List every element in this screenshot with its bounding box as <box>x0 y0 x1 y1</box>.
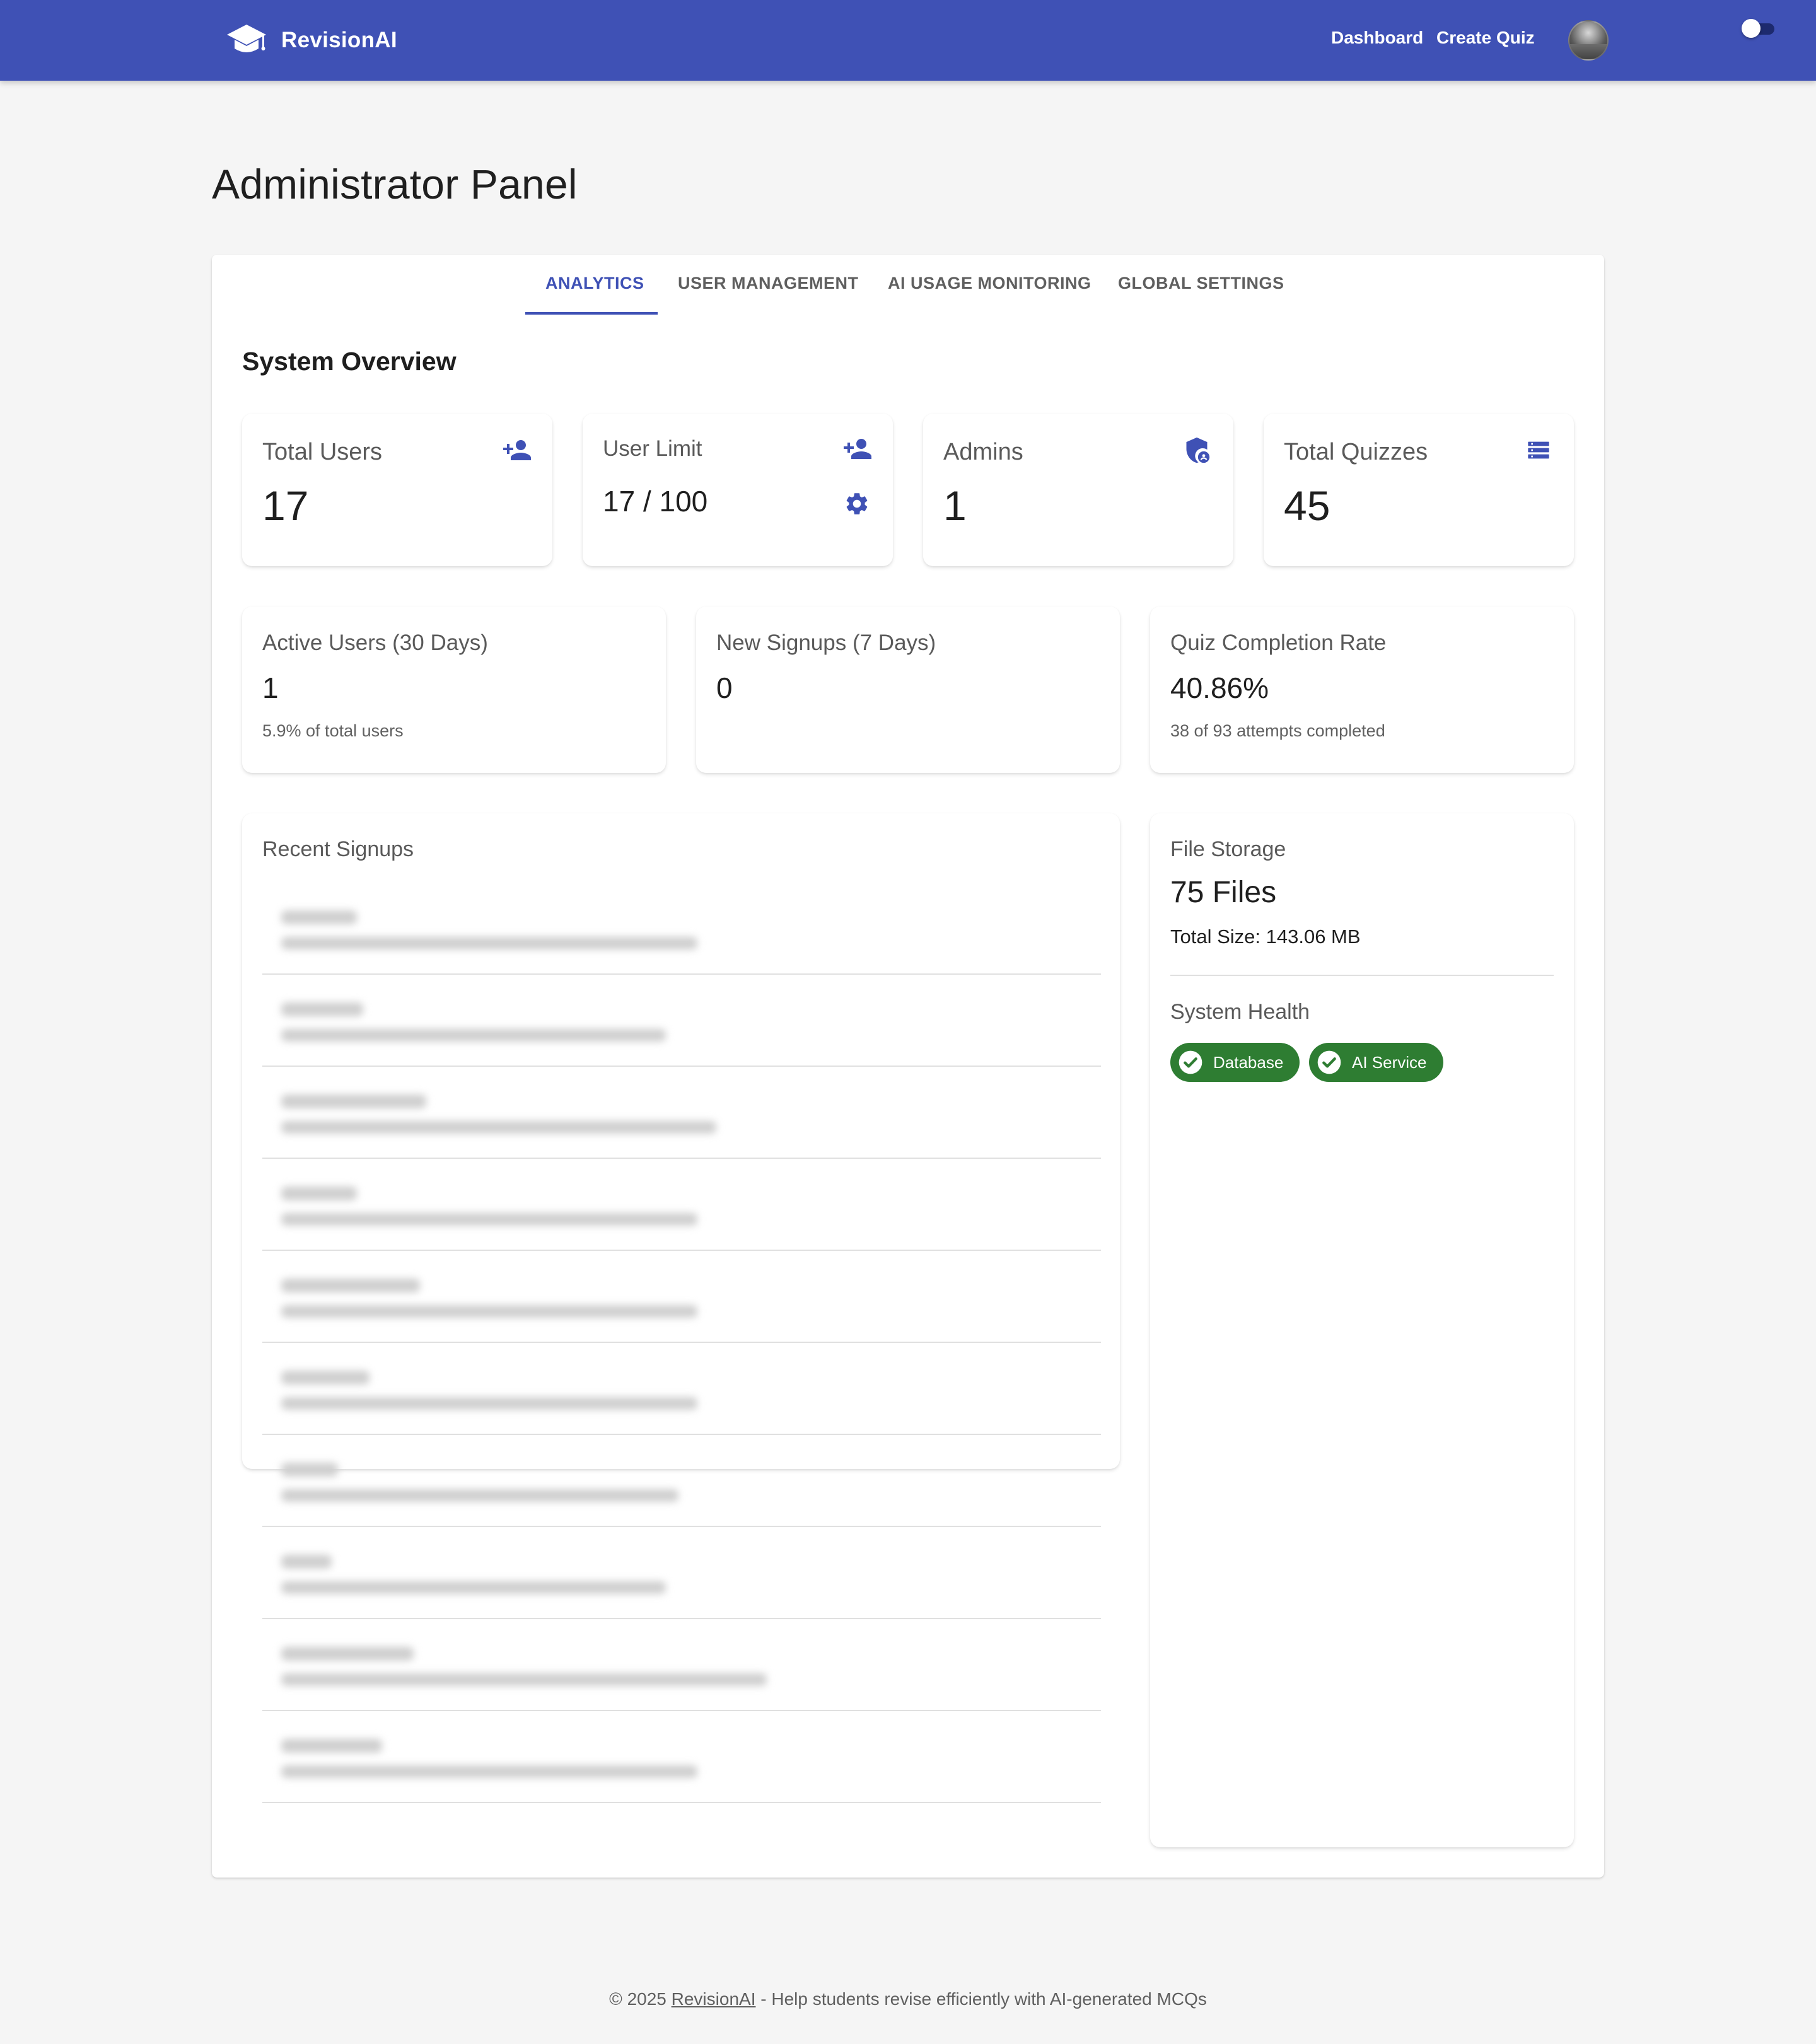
admin-shield-icon <box>1186 437 1210 463</box>
nav-create-quiz-link[interactable]: Create Quiz <box>1436 28 1535 48</box>
tab-ai-usage-monitoring[interactable]: AI USAGE MONITORING <box>888 274 1091 293</box>
admins-card: Admins 1 <box>923 414 1233 566</box>
redacted-details <box>281 1489 678 1502</box>
signup-row <box>262 1435 1101 1527</box>
file-storage-title: File Storage <box>1170 837 1286 861</box>
active-users-card: Active Users (30 Days) 1 5.9% of total u… <box>242 607 666 773</box>
redacted-details <box>281 1305 697 1318</box>
redacted-details <box>281 1213 697 1226</box>
person-add-icon <box>503 440 531 460</box>
user-limit-value: 17 / 100 <box>603 485 708 518</box>
tab-user-management[interactable]: USER MANAGEMENT <box>678 274 859 293</box>
redacted-details <box>281 1765 697 1778</box>
admins-label: Admins <box>943 439 1023 465</box>
new-signups-value: 0 <box>716 671 733 704</box>
section-title: System Overview <box>242 347 457 376</box>
total-quizzes-label: Total Quizzes <box>1284 439 1428 465</box>
redacted-name <box>281 1279 420 1292</box>
footer: © 2025 RevisionAI - Help students revise… <box>0 1989 1816 2009</box>
avatar[interactable] <box>1568 20 1609 61</box>
redacted-name <box>281 1095 426 1108</box>
redacted-name <box>281 1739 382 1753</box>
redacted-name <box>281 1555 332 1569</box>
signup-row <box>262 1711 1101 1803</box>
signup-row <box>262 1619 1101 1711</box>
toggle-knob <box>1742 19 1761 38</box>
divider <box>1170 975 1554 976</box>
recent-signups-title: Recent Signups <box>262 837 414 861</box>
new-signups-card: New Signups (7 Days) 0 <box>696 607 1120 773</box>
graduation-cap-icon <box>227 25 266 52</box>
redacted-details <box>281 1029 666 1042</box>
ai-service-label: AI Service <box>1352 1052 1427 1072</box>
redacted-details <box>281 1121 716 1134</box>
redacted-name <box>281 1371 370 1385</box>
signup-row <box>262 1067 1101 1159</box>
ai-service-health-chip[interactable]: AI Service <box>1309 1043 1443 1082</box>
new-signups-label: New Signups (7 Days) <box>716 630 936 655</box>
total-users-card: Total Users 17 <box>242 414 552 566</box>
redacted-name <box>281 1002 363 1016</box>
recent-signups-card: Recent Signups <box>242 813 1120 1803</box>
brand[interactable]: RevisionAI <box>226 21 397 59</box>
footer-prefix: © 2025 <box>609 1989 672 2009</box>
signup-row <box>262 1159 1101 1251</box>
active-tab-indicator <box>525 312 658 315</box>
total-quizzes-card: Total Quizzes 45 <box>1264 414 1574 566</box>
redacted-details <box>281 1673 767 1686</box>
app-name: RevisionAI <box>281 28 397 52</box>
signup-row <box>262 883 1101 975</box>
footer-suffix: - Help students revise efficiently with … <box>755 1989 1207 2009</box>
person-add-icon <box>844 439 871 459</box>
tab-global-settings[interactable]: GLOBAL SETTINGS <box>1118 274 1284 293</box>
completion-rate-sub: 38 of 93 attempts completed <box>1170 721 1385 740</box>
completion-rate-label: Quiz Completion Rate <box>1170 630 1387 655</box>
active-users-sub: 5.9% of total users <box>262 721 404 740</box>
total-size: Total Size: 143.06 MB <box>1170 926 1361 948</box>
redacted-details <box>281 1397 697 1410</box>
active-users-value: 1 <box>262 671 279 704</box>
completion-rate-card: Quiz Completion Rate 40.86% 38 of 93 att… <box>1150 607 1574 773</box>
redacted-name <box>281 1463 338 1477</box>
theme-toggle[interactable] <box>1740 18 1778 39</box>
file-storage-card: File Storage 75 Files Total Size: 143.06… <box>1150 813 1574 1847</box>
nav-dashboard-link[interactable]: Dashboard <box>1331 28 1423 48</box>
completion-rate-value: 40.86% <box>1170 671 1269 704</box>
tab-bar: ANALYTICS USER MANAGEMENT AI USAGE MONIT… <box>212 255 1604 315</box>
user-limit-label: User Limit <box>603 436 702 461</box>
redacted-details <box>281 937 697 949</box>
total-users-label: Total Users <box>262 439 383 465</box>
signup-row <box>262 975 1101 1067</box>
redacted-name <box>281 1647 414 1661</box>
redacted-name <box>281 1187 357 1200</box>
database-health-chip[interactable]: Database <box>1170 1043 1300 1082</box>
signup-row <box>262 1527 1101 1619</box>
check-circle-icon <box>1179 1050 1202 1074</box>
active-users-label: Active Users (30 Days) <box>262 630 488 655</box>
file-count: 75 Files <box>1170 876 1277 909</box>
footer-link[interactable]: RevisionAI <box>672 1989 756 2009</box>
signup-row <box>262 1251 1101 1343</box>
tab-analytics[interactable]: ANALYTICS <box>545 274 644 293</box>
database-label: Database <box>1213 1052 1284 1072</box>
app-bar: RevisionAI Dashboard Create Quiz <box>0 0 1816 81</box>
list-icon <box>1528 441 1549 459</box>
gear-icon[interactable] <box>844 491 870 517</box>
check-circle-icon <box>1317 1050 1341 1074</box>
signup-row <box>262 1343 1101 1435</box>
user-limit-card: User Limit 17 / 100 <box>583 414 893 566</box>
admin-panel: ANALYTICS USER MANAGEMENT AI USAGE MONIT… <box>212 255 1604 1878</box>
total-users-value: 17 <box>262 482 309 529</box>
system-health-title: System Health <box>1170 1000 1310 1024</box>
admins-value: 1 <box>943 482 967 529</box>
total-quizzes-value: 45 <box>1284 482 1330 529</box>
redacted-details <box>281 1581 666 1594</box>
page-title: Administrator Panel <box>212 161 578 207</box>
redacted-name <box>281 910 357 924</box>
